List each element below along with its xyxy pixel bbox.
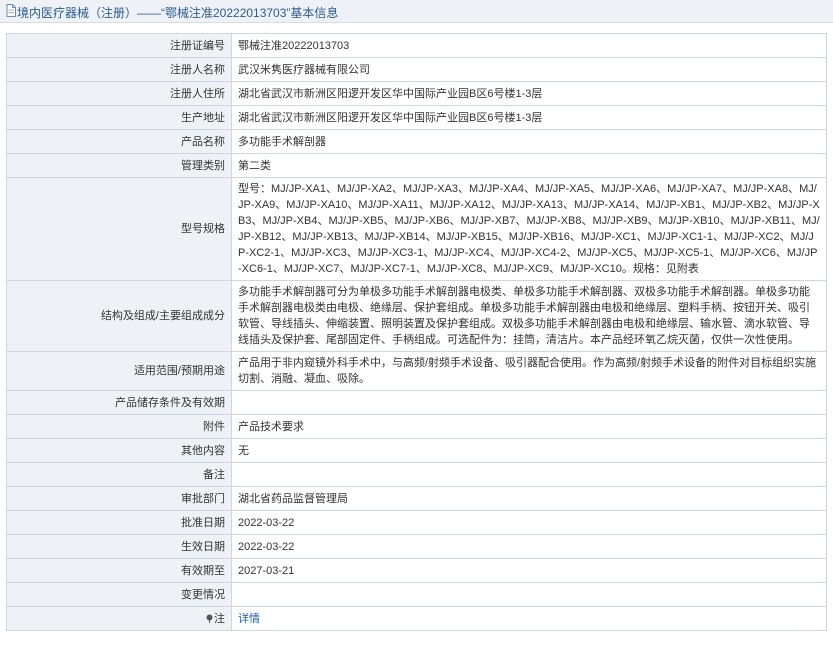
table-row: 产品名称 多功能手术解剖器: [6, 129, 827, 154]
field-value: 多功能手术解剖器可分为单极多功能手术解剖器电极类、单极多功能手术解剖器、双极多功…: [231, 280, 827, 352]
field-value: 无: [231, 438, 827, 463]
table-row: 注册人住所 湖北省武汉市新洲区阳逻开发区华中国际产业园B区6号楼1-3层: [6, 81, 827, 106]
table-row: 生效日期 2022-03-22: [6, 534, 827, 559]
field-value: [231, 462, 827, 487]
table-row: 其他内容 无: [6, 438, 827, 463]
note-icon: [206, 614, 213, 623]
field-value: 2027-03-21: [231, 558, 827, 583]
note-row: 注 详情: [6, 606, 827, 631]
title-bar: 境内医疗器械（注册）——“鄂械注准20222013703”基本信息: [0, 0, 833, 23]
field-label: 注册人名称: [6, 57, 232, 82]
table-row: 适用范围/预期用途 产品用于非内窥镜外科手术中，与高频/射频手术设备、吸引器配合…: [6, 351, 827, 391]
field-value: 产品技术要求: [231, 414, 827, 439]
note-label: 注: [214, 612, 225, 625]
field-label: 备注: [6, 462, 232, 487]
field-label: 注册人住所: [6, 81, 232, 106]
field-label: 其他内容: [6, 438, 232, 463]
details-link[interactable]: 详情: [238, 613, 260, 625]
table-row: 型号规格 型号：MJ/JP-XA1、MJ/JP-XA2、MJ/JP-XA3、MJ…: [6, 177, 827, 281]
table-row: 注册证编号 鄂械注准20222013703: [6, 33, 827, 58]
table-row: 备注: [6, 462, 827, 487]
field-label: 产品储存条件及有效期: [6, 390, 232, 415]
field-label: 结构及组成/主要组成成分: [6, 280, 232, 352]
field-value: 型号：MJ/JP-XA1、MJ/JP-XA2、MJ/JP-XA3、MJ/JP-X…: [231, 177, 827, 281]
field-label: 注册证编号: [6, 33, 232, 58]
field-value: 武汉米隽医疗器械有限公司: [231, 57, 827, 82]
field-value: 产品用于非内窥镜外科手术中，与高频/射频手术设备、吸引器配合使用。作为高频/射频…: [231, 351, 827, 391]
field-value: 湖北省武汉市新洲区阳逻开发区华中国际产业园B区6号楼1-3层: [231, 81, 827, 106]
table-row: 产品储存条件及有效期: [6, 390, 827, 415]
field-value: 鄂械注准20222013703: [231, 33, 827, 58]
field-value: 2022-03-22: [231, 510, 827, 535]
table-row: 有效期至 2027-03-21: [6, 558, 827, 583]
field-value: 湖北省药品监督管理局: [231, 486, 827, 511]
info-table: 注册证编号 鄂械注准20222013703 注册人名称 武汉米隽医疗器械有限公司…: [6, 33, 827, 631]
table-row: 审批部门 湖北省药品监督管理局: [6, 486, 827, 511]
field-value: 2022-03-22: [231, 534, 827, 559]
field-value: 湖北省武汉市新洲区阳逻开发区华中国际产业园B区6号楼1-3层: [231, 105, 827, 130]
table-row: 生产地址 湖北省武汉市新洲区阳逻开发区华中国际产业园B区6号楼1-3层: [6, 105, 827, 130]
field-label: 批准日期: [6, 510, 232, 535]
field-label: 生效日期: [6, 534, 232, 559]
table-row: 结构及组成/主要组成成分 多功能手术解剖器可分为单极多功能手术解剖器电极类、单极…: [6, 280, 827, 352]
field-value: 多功能手术解剖器: [231, 129, 827, 154]
document-icon: [6, 4, 16, 17]
note-value: 详情: [231, 606, 827, 631]
field-label: 适用范围/预期用途: [6, 351, 232, 391]
field-label: 附件: [6, 414, 232, 439]
table-row: 注册人名称 武汉米隽医疗器械有限公司: [6, 57, 827, 82]
field-label: 生产地址: [6, 105, 232, 130]
field-label: 型号规格: [6, 177, 232, 281]
page-title: 境内医疗器械（注册）——“鄂械注准20222013703”基本信息: [17, 6, 339, 20]
table-row: 附件 产品技术要求: [6, 414, 827, 439]
field-value: 第二类: [231, 153, 827, 178]
table-row: 批准日期 2022-03-22: [6, 510, 827, 535]
field-label: 产品名称: [6, 129, 232, 154]
note-label-cell: 注: [6, 606, 232, 631]
field-label: 管理类别: [6, 153, 232, 178]
field-value: [231, 390, 827, 415]
field-label: 有效期至: [6, 558, 232, 583]
table-row: 变更情况: [6, 582, 827, 607]
field-label: 审批部门: [6, 486, 232, 511]
table-row: 管理类别 第二类: [6, 153, 827, 178]
field-value: [231, 582, 827, 607]
field-label: 变更情况: [6, 582, 232, 607]
